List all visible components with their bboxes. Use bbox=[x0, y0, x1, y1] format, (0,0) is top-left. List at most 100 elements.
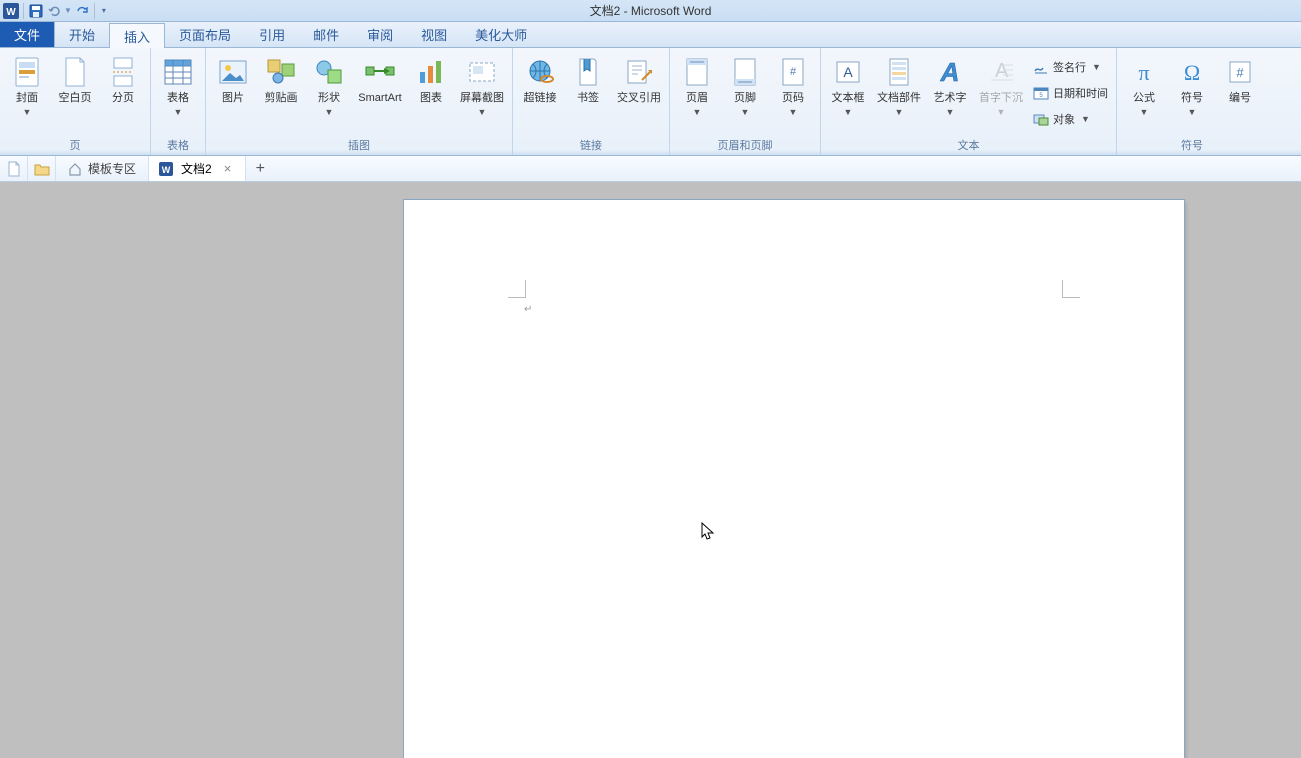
add-tab-button[interactable]: + bbox=[246, 156, 274, 181]
group-text-label: 文本 bbox=[825, 135, 1112, 156]
wordart-icon: A bbox=[934, 56, 966, 88]
footer-button[interactable]: 页脚 ▼ bbox=[722, 51, 768, 135]
picture-icon bbox=[217, 56, 249, 88]
customize-qat-icon[interactable]: ▾ bbox=[99, 6, 109, 15]
title-bar: W ▼ ▾ 文档2 - Microsoft Word bbox=[0, 0, 1301, 22]
tab-review[interactable]: 审阅 bbox=[353, 22, 407, 47]
svg-text:A: A bbox=[940, 57, 960, 87]
cover-page-icon bbox=[11, 56, 43, 88]
tab-beautify[interactable]: 美化大师 bbox=[461, 22, 541, 47]
symbol-button[interactable]: Ω 符号 ▼ bbox=[1169, 51, 1215, 135]
equation-button[interactable]: π 公式 ▼ bbox=[1121, 51, 1167, 135]
crossref-icon bbox=[623, 56, 655, 88]
clipart-icon bbox=[265, 56, 297, 88]
blank-page-button[interactable]: 空白页 bbox=[52, 51, 98, 135]
object-icon bbox=[1033, 111, 1049, 127]
table-icon bbox=[162, 56, 194, 88]
group-illustrations-label: 插图 bbox=[210, 135, 508, 156]
datetime-button[interactable]: 5 日期和时间 bbox=[1029, 81, 1112, 105]
signature-icon bbox=[1033, 59, 1049, 75]
footer-icon bbox=[729, 56, 761, 88]
margin-corner-tl bbox=[508, 280, 526, 298]
chevron-down-icon: ▼ bbox=[478, 107, 487, 117]
dropcap-icon: A bbox=[985, 56, 1017, 88]
group-pages-label: 页 bbox=[4, 135, 146, 156]
picture-button[interactable]: 图片 bbox=[210, 51, 256, 135]
svg-text:A: A bbox=[995, 60, 1009, 82]
blank-page-icon bbox=[59, 56, 91, 88]
equation-icon: π bbox=[1128, 56, 1160, 88]
margin-corner-tr bbox=[1062, 280, 1080, 298]
textbox-button[interactable]: A 文本框 ▼ bbox=[825, 51, 871, 135]
document-page[interactable]: ↵ bbox=[404, 200, 1184, 758]
group-symbols: π 公式 ▼ Ω 符号 ▼ # 编号 符号 bbox=[1117, 48, 1267, 155]
undo-dropdown-icon[interactable]: ▼ bbox=[64, 6, 72, 15]
document-tab-active[interactable]: W 文档2 × bbox=[149, 156, 246, 181]
svg-text:Ω: Ω bbox=[1184, 60, 1200, 85]
crossref-button[interactable]: 交叉引用 bbox=[613, 51, 665, 135]
chevron-down-icon: ▼ bbox=[23, 107, 32, 117]
new-document-icon[interactable] bbox=[0, 156, 28, 181]
dropcap-button[interactable]: A 首字下沉 ▼ bbox=[975, 51, 1027, 135]
group-symbols-label: 符号 bbox=[1121, 135, 1263, 156]
chevron-down-icon: ▼ bbox=[946, 107, 955, 117]
chevron-down-icon: ▼ bbox=[1081, 114, 1090, 124]
group-header-footer-label: 页眉和页脚 bbox=[674, 135, 816, 156]
svg-text:π: π bbox=[1138, 60, 1149, 85]
quickparts-button[interactable]: 文档部件 ▼ bbox=[873, 51, 925, 135]
chart-icon bbox=[415, 56, 447, 88]
tab-mailings[interactable]: 邮件 bbox=[299, 22, 353, 47]
header-button[interactable]: 页眉 ▼ bbox=[674, 51, 720, 135]
chevron-down-icon: ▼ bbox=[1140, 107, 1149, 117]
chevron-down-icon: ▼ bbox=[1092, 62, 1101, 72]
tab-home[interactable]: 开始 bbox=[55, 22, 109, 47]
save-icon[interactable] bbox=[28, 3, 44, 19]
word-doc-icon: W bbox=[159, 162, 173, 176]
textbox-icon: A bbox=[832, 56, 864, 88]
page-break-button[interactable]: 分页 bbox=[100, 51, 146, 135]
clipart-button[interactable]: 剪贴画 bbox=[258, 51, 304, 135]
undo-icon[interactable] bbox=[46, 3, 62, 19]
screenshot-button[interactable]: 屏幕截图 ▼ bbox=[456, 51, 508, 135]
cover-page-button[interactable]: 封面 ▼ bbox=[4, 51, 50, 135]
tab-insert[interactable]: 插入 bbox=[109, 23, 165, 48]
page-number-button[interactable]: # 页码 ▼ bbox=[770, 51, 816, 135]
smartart-button[interactable]: SmartArt bbox=[354, 51, 406, 135]
group-pages: 封面 ▼ 空白页 分页 页 bbox=[0, 48, 151, 155]
smartart-icon bbox=[364, 56, 396, 88]
redo-icon[interactable] bbox=[74, 3, 90, 19]
hyperlink-button[interactable]: 超链接 bbox=[517, 51, 563, 135]
chevron-down-icon: ▼ bbox=[997, 107, 1006, 117]
shapes-icon bbox=[313, 56, 345, 88]
svg-text:A: A bbox=[843, 64, 853, 80]
group-tables: 表格 ▼ 表格 bbox=[151, 48, 206, 155]
bookmark-button[interactable]: 书签 bbox=[565, 51, 611, 135]
shapes-button[interactable]: 形状 ▼ bbox=[306, 51, 352, 135]
document-tab-label: 文档2 bbox=[181, 160, 212, 177]
document-canvas[interactable]: ↵ bbox=[0, 182, 1301, 758]
tab-view[interactable]: 视图 bbox=[407, 22, 461, 47]
chart-button[interactable]: 图表 bbox=[408, 51, 454, 135]
table-button[interactable]: 表格 ▼ bbox=[155, 51, 201, 135]
tab-file[interactable]: 文件 bbox=[0, 22, 55, 47]
window-title: 文档2 - Microsoft Word bbox=[590, 2, 712, 19]
number-button[interactable]: # 编号 bbox=[1217, 51, 1263, 135]
open-folder-icon[interactable] bbox=[28, 156, 56, 181]
svg-text:#: # bbox=[1236, 65, 1244, 80]
object-button[interactable]: 对象 ▼ bbox=[1029, 107, 1112, 131]
quickparts-icon bbox=[883, 56, 915, 88]
home-icon bbox=[68, 162, 82, 176]
symbol-icon: Ω bbox=[1176, 56, 1208, 88]
quick-access-toolbar: W ▼ ▾ bbox=[0, 0, 112, 21]
document-tab-strip: 模板专区 W 文档2 × + bbox=[0, 156, 1301, 182]
tab-page-layout[interactable]: 页面布局 bbox=[165, 22, 245, 47]
word-app-icon[interactable]: W bbox=[3, 3, 19, 19]
signature-line-button[interactable]: 签名行 ▼ bbox=[1029, 55, 1112, 79]
wordart-button[interactable]: A 艺术字 ▼ bbox=[927, 51, 973, 135]
close-tab-icon[interactable]: × bbox=[220, 161, 236, 176]
pagenum-icon: # bbox=[777, 56, 809, 88]
header-icon bbox=[681, 56, 713, 88]
chevron-down-icon: ▼ bbox=[741, 107, 750, 117]
tab-references[interactable]: 引用 bbox=[245, 22, 299, 47]
template-center-tab[interactable]: 模板专区 bbox=[56, 156, 149, 181]
